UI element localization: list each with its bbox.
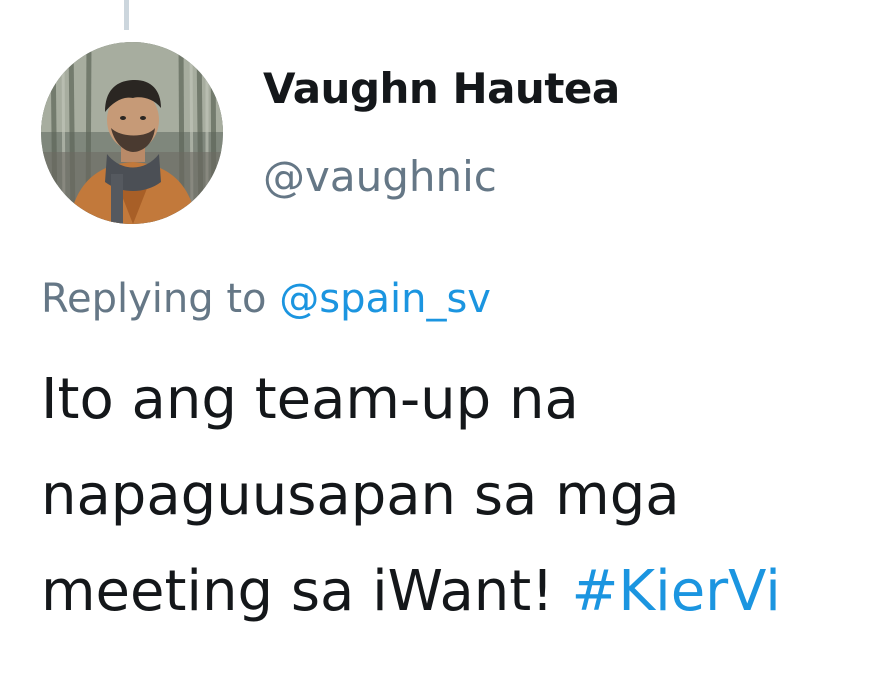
replying-to-label: Replying to <box>41 276 267 322</box>
tweet-text-line-3: meeting sa iWant! #KierVi <box>41 544 861 640</box>
reply-mention-link[interactable]: @spain_sv <box>279 276 491 322</box>
avatar[interactable] <box>41 42 223 224</box>
tweet-text-line-3-body: meeting sa iWant! <box>41 559 554 624</box>
tweet-text: Ito ang team-up na napaguusapan sa mga m… <box>41 352 861 640</box>
tweet-text-line-2: napaguusapan sa mga <box>41 463 680 528</box>
user-handle[interactable]: @vaughnic <box>263 152 497 201</box>
hashtag-link[interactable]: #KierVi <box>571 559 780 624</box>
tweet-text-line-1: Ito ang team-up na <box>41 367 579 432</box>
replying-to-line: Replying to @spain_sv <box>41 276 491 322</box>
thread-connector-line <box>124 0 129 30</box>
user-display-name[interactable]: Vaughn Hautea <box>263 64 620 113</box>
profile-photo-icon <box>41 42 223 224</box>
